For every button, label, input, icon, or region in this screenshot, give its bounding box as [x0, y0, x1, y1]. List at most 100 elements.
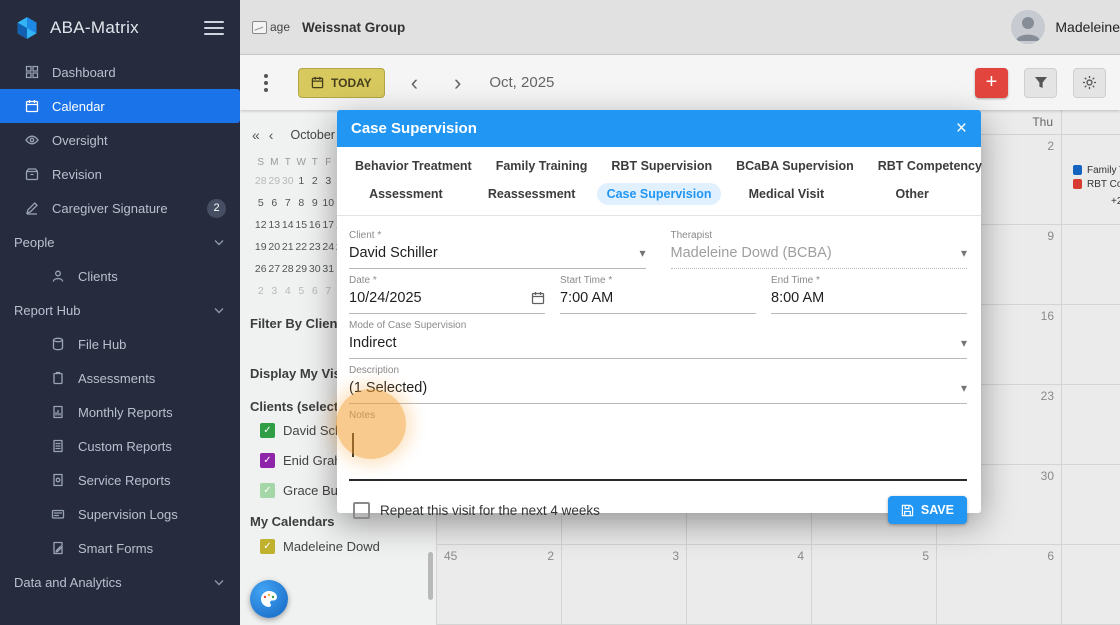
- mini-calendar-day[interactable]: 17: [322, 214, 336, 236]
- sidebar-item-smart-forms[interactable]: Smart Forms: [0, 531, 240, 565]
- tab-assessment[interactable]: Assessment: [343, 180, 469, 208]
- sidebar-item-custom-reports[interactable]: Custom Reports: [0, 429, 240, 463]
- save-button[interactable]: SAVE: [888, 496, 967, 524]
- mini-calendar-day[interactable]: 5: [254, 192, 268, 214]
- tab-behavior-treatment[interactable]: Behavior Treatment: [343, 152, 484, 180]
- chevron-down-icon[interactable]: ▾: [639, 246, 645, 260]
- kebab-menu-icon[interactable]: [264, 74, 268, 92]
- mini-calendar-day[interactable]: 19: [254, 236, 268, 258]
- mini-calendar-day[interactable]: 12: [254, 214, 268, 236]
- mini-calendar-day[interactable]: 20: [268, 236, 282, 258]
- grid-day-cell[interactable]: 452: [437, 545, 562, 624]
- topbar-user-area[interactable]: Madeleine: [1011, 10, 1120, 44]
- sidebar-item-service-reports[interactable]: Service Reports: [0, 463, 240, 497]
- grid-day-cell[interactable]: 7: [1062, 545, 1120, 624]
- mini-calendar-day[interactable]: 28: [254, 170, 268, 192]
- mini-calendar-day[interactable]: 13: [268, 214, 282, 236]
- calendar-event[interactable]: RBT Competency: [1073, 177, 1120, 191]
- chevron-down-icon[interactable]: ▾: [961, 381, 967, 395]
- tab-family-training[interactable]: Family Training: [484, 152, 600, 180]
- mini-calendar-day[interactable]: 21: [281, 236, 295, 258]
- mini-calendar-day[interactable]: 14: [281, 214, 295, 236]
- next-month-chevron[interactable]: ›: [454, 72, 461, 94]
- checkbox-checked-icon[interactable]: ✓: [260, 483, 275, 498]
- theme-palette-button[interactable]: [250, 580, 288, 618]
- mini-calendar-prev-month-icon[interactable]: ‹: [269, 127, 274, 143]
- user-avatar[interactable]: [1011, 10, 1045, 44]
- mini-calendar-day[interactable]: 3: [322, 170, 336, 192]
- grid-day-cell[interactable]: 4: [687, 545, 812, 624]
- sidebar-item-supervision-logs[interactable]: Supervision Logs: [0, 497, 240, 531]
- mini-calendar-day[interactable]: 6: [308, 280, 322, 302]
- mini-calendar-day[interactable]: 2: [308, 170, 322, 192]
- checkbox-checked-icon[interactable]: ✓: [260, 539, 275, 554]
- start-time-field[interactable]: Start Time * 7:00 AM: [560, 269, 756, 314]
- tab-rbt-competency[interactable]: RBT Competency: [866, 152, 994, 180]
- mini-calendar-day[interactable]: 6: [268, 192, 282, 214]
- tab-other[interactable]: Other: [849, 180, 975, 208]
- checkbox-checked-icon[interactable]: ✓: [260, 453, 275, 468]
- mini-calendar-day[interactable]: 28: [281, 258, 295, 280]
- sidebar-group-data-and-analytics[interactable]: Data and Analytics: [0, 565, 240, 599]
- grid-day-cell[interactable]: 6: [937, 545, 1062, 624]
- checkbox-checked-icon[interactable]: ✓: [260, 423, 275, 438]
- end-time-field[interactable]: End Time * 8:00 AM: [771, 269, 967, 314]
- mini-calendar-day[interactable]: 31: [322, 258, 336, 280]
- calendar-event[interactable]: Family Training: [1073, 163, 1120, 177]
- description-field[interactable]: Description (1 Selected)▾: [349, 359, 967, 404]
- sidebar-group-report-hub[interactable]: Report Hub: [0, 293, 240, 327]
- more-events-link[interactable]: +2: [1111, 194, 1120, 208]
- grid-day-cell[interactable]: 10: [1062, 225, 1120, 304]
- mini-calendar-day[interactable]: 26: [254, 258, 268, 280]
- client-field[interactable]: Client * David Schiller▾: [349, 224, 646, 269]
- grid-day-cell[interactable]: 3: [562, 545, 687, 624]
- mini-calendar-day[interactable]: 1: [295, 170, 309, 192]
- grid-day-cell[interactable]: 5: [812, 545, 937, 624]
- grid-day-cell[interactable]: 3Family TrainingRBT Competency+2: [1062, 135, 1120, 224]
- tab-case-supervision[interactable]: Case Supervision: [595, 180, 724, 208]
- mini-calendar-prev-year-icon[interactable]: «: [252, 127, 260, 143]
- hamburger-menu-icon[interactable]: [204, 21, 224, 35]
- sidebar-item-caregiver-signature[interactable]: Caregiver Signature 2: [0, 191, 240, 225]
- sidebar-item-file-hub[interactable]: File Hub: [0, 327, 240, 361]
- close-icon[interactable]: ×: [956, 119, 967, 138]
- my-calendar-madeleine-dowd[interactable]: ✓Madeleine Dowd: [260, 536, 380, 556]
- sidebar-item-revision[interactable]: Revision: [0, 157, 240, 191]
- sidebar-item-monthly-reports[interactable]: Monthly Reports: [0, 395, 240, 429]
- sidebar-item-clients[interactable]: Clients: [0, 259, 240, 293]
- tab-bcaba-supervision[interactable]: BCaBA Supervision: [724, 152, 866, 180]
- notes-field[interactable]: [349, 423, 967, 481]
- mini-calendar-day[interactable]: 2: [254, 280, 268, 302]
- date-field[interactable]: Date * 10/24/2025: [349, 269, 545, 314]
- mini-calendar-day[interactable]: 30: [281, 170, 295, 192]
- sidebar-item-oversight[interactable]: Oversight: [0, 123, 240, 157]
- repeat-visit-checkbox[interactable]: [353, 502, 370, 519]
- grid-day-cell[interactable]: 31: [1062, 465, 1120, 544]
- mini-calendar-day[interactable]: 7: [281, 192, 295, 214]
- today-button[interactable]: TODAY: [298, 68, 385, 98]
- mini-calendar-day[interactable]: 5: [295, 280, 309, 302]
- tab-medical-visit[interactable]: Medical Visit: [723, 180, 849, 208]
- mini-calendar-day[interactable]: 24: [322, 236, 336, 258]
- sidebar-group-people[interactable]: People: [0, 225, 240, 259]
- chevron-down-icon[interactable]: ▾: [961, 336, 967, 350]
- mini-calendar-day[interactable]: 15: [295, 214, 309, 236]
- previous-month-chevron[interactable]: ‹: [411, 72, 418, 94]
- mini-calendar-day[interactable]: 9: [308, 192, 322, 214]
- mini-calendar-day[interactable]: 22: [295, 236, 309, 258]
- settings-gear-button[interactable]: [1073, 68, 1106, 98]
- panel-scrollbar[interactable]: [428, 552, 433, 600]
- tab-rbt-supervision[interactable]: RBT Supervision: [599, 152, 724, 180]
- mini-calendar-day[interactable]: 29: [295, 258, 309, 280]
- sidebar-item-dashboard[interactable]: Dashboard: [0, 55, 240, 89]
- mini-calendar-day[interactable]: 27: [268, 258, 282, 280]
- mini-calendar-day[interactable]: 10: [322, 192, 336, 214]
- mini-calendar-day[interactable]: 29: [268, 170, 282, 192]
- add-visit-button[interactable]: +: [975, 68, 1008, 98]
- grid-day-cell[interactable]: 17: [1062, 305, 1120, 384]
- mini-calendar-day[interactable]: 4: [281, 280, 295, 302]
- tab-reassessment[interactable]: Reassessment: [469, 180, 595, 208]
- grid-day-cell[interactable]: 24: [1062, 385, 1120, 464]
- mini-calendar-day[interactable]: 30: [308, 258, 322, 280]
- mini-calendar-day[interactable]: 8: [295, 192, 309, 214]
